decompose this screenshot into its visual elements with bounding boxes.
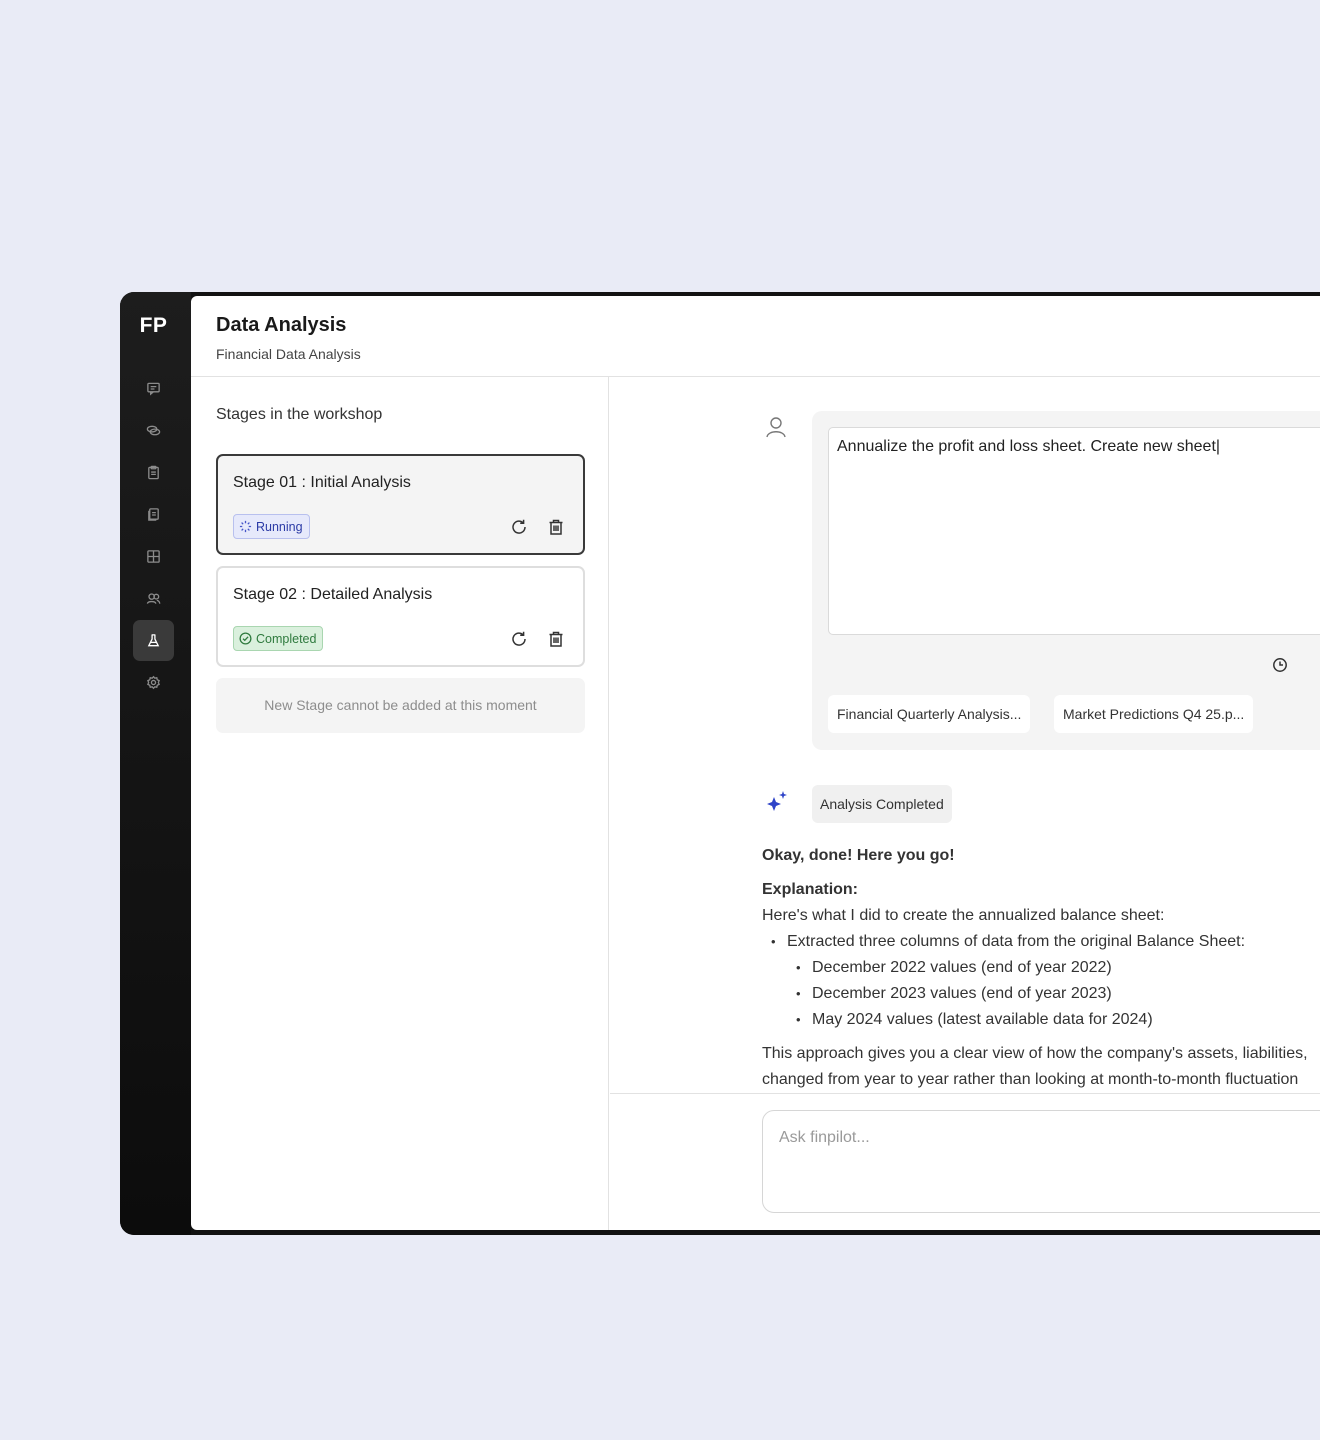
- nav-clipboard[interactable]: [133, 452, 174, 493]
- history-button[interactable]: [1272, 657, 1290, 675]
- trash-icon: [549, 519, 563, 535]
- sparkle-icon: [764, 789, 790, 815]
- spinner-icon: [239, 520, 252, 533]
- chat-icon: [147, 382, 160, 396]
- rerun-button[interactable]: [508, 516, 530, 538]
- stage-card[interactable]: Stage 02 : Detailed Analysis Completed: [216, 566, 585, 667]
- nav-coins[interactable]: [133, 410, 174, 451]
- page-header: Data Analysis Financial Data Analysis: [191, 296, 1320, 377]
- refresh-icon: [512, 519, 526, 534]
- status-badge: Completed: [233, 626, 324, 651]
- prompt-card: Annualize the profit and loss sheet. Cre…: [812, 411, 1320, 750]
- flask-icon: [147, 634, 160, 647]
- documents-icon: [148, 508, 159, 521]
- nav-table[interactable]: [133, 536, 174, 577]
- clock-icon: [1273, 658, 1287, 672]
- list-item: May 2024 values (latest available data f…: [787, 1007, 1320, 1033]
- paragraph-line: changed from year to year rather than lo…: [762, 1071, 1299, 1088]
- page-title: Data Analysis: [216, 314, 347, 336]
- response-intro: Here's what I did to create the annualiz…: [762, 907, 1165, 924]
- main-panel: Data Analysis Financial Data Analysis St…: [191, 296, 1320, 1230]
- avatar: [764, 415, 788, 439]
- response-list: Extracted three columns of data from the…: [762, 929, 1320, 1033]
- response-lead: Okay, done! Here you go!: [762, 847, 955, 864]
- delete-button[interactable]: [545, 628, 567, 650]
- nav-settings[interactable]: [133, 662, 174, 703]
- user-icon: [766, 417, 786, 438]
- chat-input[interactable]: [779, 1129, 1320, 1147]
- list-item: Extracted three columns of data from the…: [762, 929, 1320, 955]
- analysis-status: Analysis Completed: [812, 785, 952, 823]
- stage-name: Stage 02 : Detailed Analysis: [233, 586, 433, 603]
- stage-name: Stage 01 : Initial Analysis: [233, 474, 411, 491]
- prompt-text[interactable]: Annualize the profit and loss sheet. Cre…: [828, 427, 1320, 635]
- check-circle-icon: [239, 632, 252, 645]
- response-heading: Explanation:: [762, 881, 859, 898]
- status-text: Completed: [256, 631, 317, 646]
- nav-chat[interactable]: [133, 368, 174, 409]
- status-text: Running: [256, 519, 303, 534]
- nav-documents[interactable]: [133, 494, 174, 535]
- list-item: December 2022 values (end of year 2022): [787, 955, 1320, 981]
- chat-input-box[interactable]: [762, 1110, 1320, 1213]
- trash-icon: [549, 631, 563, 647]
- stage-card[interactable]: Stage 01 : Initial Analysis Running: [216, 454, 585, 555]
- sidebar-rail: FP: [120, 292, 191, 1235]
- table-icon: [147, 550, 160, 563]
- attachment-chip[interactable]: Market Predictions Q4 25.p...: [1054, 695, 1254, 733]
- attachment-chip[interactable]: Financial Quarterly Analysis...: [828, 695, 1031, 733]
- clipboard-icon: [148, 465, 159, 480]
- response-sublist: December 2022 values (end of year 2022) …: [787, 955, 1320, 1033]
- status-badge: Running: [233, 514, 310, 539]
- app-window: FP Data Analysis Financial Data Analysis…: [120, 292, 1320, 1235]
- stages-title: Stages in the workshop: [216, 406, 383, 423]
- refresh-icon: [512, 631, 526, 646]
- nav-users[interactable]: [133, 578, 174, 619]
- rerun-button[interactable]: [508, 628, 530, 650]
- stages-panel: Stages in the workshop Stage 01 : Initia…: [191, 377, 609, 1230]
- delete-button[interactable]: [545, 516, 567, 538]
- assistant-response: Okay, done! Here you go! Explanation: He…: [762, 843, 1320, 1093]
- app-logo: FP: [139, 314, 168, 337]
- gear-icon: [147, 675, 160, 690]
- paragraph-line: This approach gives you a clear view of …: [762, 1045, 1308, 1062]
- page-subtitle: Financial Data Analysis: [216, 346, 361, 362]
- users-icon: [146, 593, 161, 604]
- add-stage-notice: New Stage cannot be added at this moment: [216, 678, 585, 733]
- list-item: December 2023 values (end of year 2023): [787, 981, 1320, 1007]
- divider: [610, 1093, 1320, 1094]
- response-paragraph: This approach gives you a clear view of …: [762, 1041, 1320, 1093]
- nav-flask[interactable]: [133, 620, 174, 661]
- chat-panel: Annualize the profit and loss sheet. Cre…: [610, 377, 1320, 1230]
- coins-icon: [146, 425, 161, 436]
